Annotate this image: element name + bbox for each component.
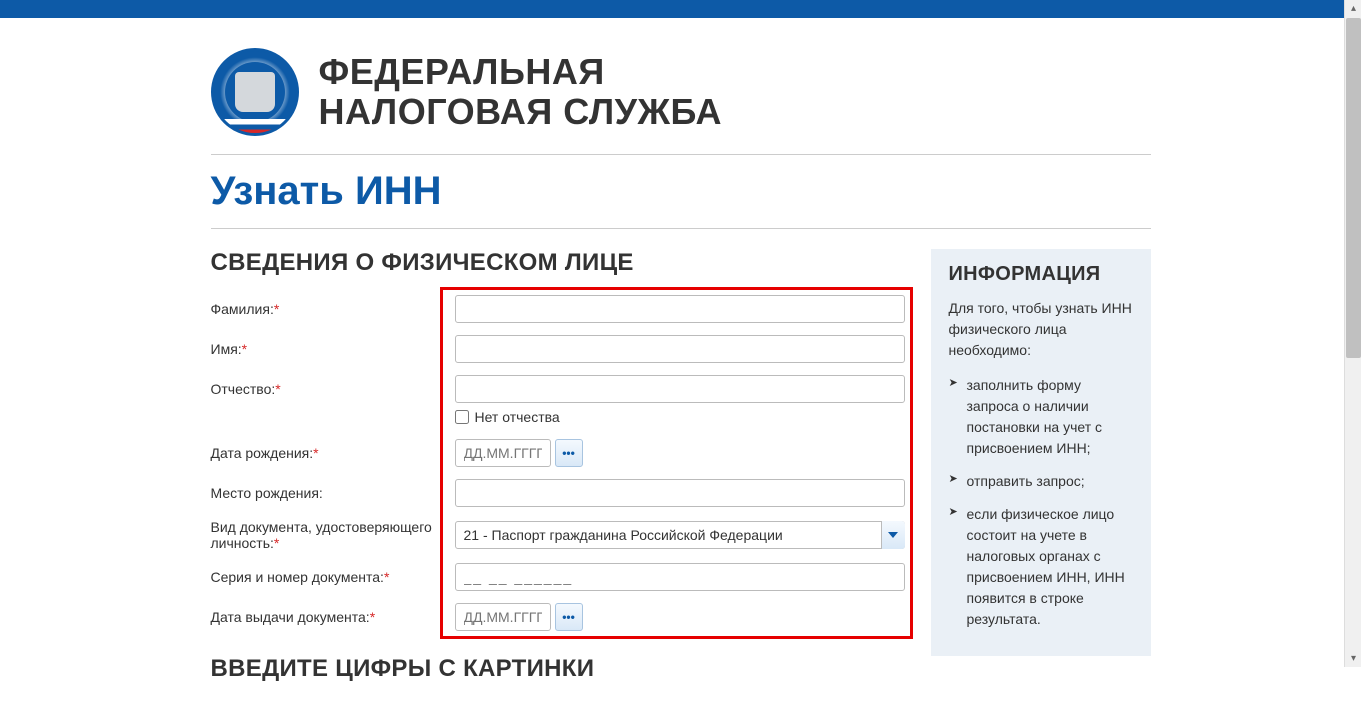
row-dob: Дата рождения:* ••• [211, 439, 911, 467]
label-doc-type: Вид документа, удостоверяющего личность:… [211, 519, 455, 551]
vertical-scrollbar[interactable]: ▴ ▾ [1344, 0, 1361, 667]
fns-logo [211, 48, 299, 136]
scrollbar-thumb[interactable] [1346, 18, 1361, 358]
site-title: ФЕДЕРАЛЬНАЯ НАЛОГОВАЯ СЛУЖБА [319, 52, 723, 131]
row-doc-date: Дата выдачи документа:* ••• [211, 603, 911, 631]
datepicker-button-dob[interactable]: ••• [555, 439, 583, 467]
section-title-person: СВЕДЕНИЯ О ФИЗИЧЕСКОМ ЛИЦЕ [211, 249, 911, 277]
row-firstname: Имя:* [211, 335, 911, 363]
scroll-up-icon[interactable]: ▴ [1345, 0, 1361, 17]
row-lastname: Фамилия:* [211, 295, 911, 323]
site-title-line1: ФЕДЕРАЛЬНАЯ [319, 52, 723, 92]
info-title: ИНФОРМАЦИЯ [949, 263, 1133, 286]
top-stripe [0, 0, 1361, 18]
label-pob: Место рождения: [211, 485, 455, 501]
info-list-item: если физическое лицо состоит на учете в … [949, 504, 1133, 630]
label-firstname: Имя:* [211, 341, 455, 357]
site-header: ФЕДЕРАЛЬНАЯ НАЛОГОВАЯ СЛУЖБА [211, 18, 1151, 155]
main-container: ФЕДЕРАЛЬНАЯ НАЛОГОВАЯ СЛУЖБА Узнать ИНН … [201, 18, 1161, 701]
date-group-dob: ••• [455, 439, 583, 467]
input-doc-number[interactable] [455, 563, 905, 591]
site-title-line2: НАЛОГОВАЯ СЛУЖБА [319, 92, 723, 132]
section-title-captcha: ВВЕДИТЕ ЦИФРЫ С КАРТИНКИ [211, 655, 911, 683]
label-no-patronymic: Нет отчества [475, 409, 560, 425]
label-dob: Дата рождения:* [211, 445, 455, 461]
info-list-item: отправить запрос; [949, 471, 1133, 492]
checkbox-no-patronymic[interactable] [455, 410, 469, 424]
chevron-down-icon [881, 521, 905, 549]
page-title: Узнать ИНН [211, 155, 1151, 228]
row-no-patronymic: Нет отчества [455, 409, 911, 425]
input-pob[interactable] [455, 479, 905, 507]
select-doc-type-value: 21 - Паспорт гражданина Российской Федер… [455, 521, 905, 549]
info-list-item: заполнить форму запроса о наличии постан… [949, 375, 1133, 459]
input-firstname[interactable] [455, 335, 905, 363]
input-dob[interactable] [455, 439, 551, 467]
info-list: заполнить форму запроса о наличии постан… [949, 375, 1133, 630]
content-wrap: СВЕДЕНИЯ О ФИЗИЧЕСКОМ ЛИЦЕ Фамилия:* Имя… [211, 249, 1151, 701]
form-column: СВЕДЕНИЯ О ФИЗИЧЕСКОМ ЛИЦЕ Фамилия:* Имя… [211, 249, 911, 701]
captcha-section: ВВЕДИТЕ ЦИФРЫ С КАРТИНКИ [211, 655, 911, 683]
scroll-down-icon[interactable]: ▾ [1345, 650, 1361, 667]
info-panel: ИНФОРМАЦИЯ Для того, чтобы узнать ИНН фи… [931, 249, 1151, 656]
row-doc-number: Серия и номер документа:* [211, 563, 911, 591]
select-doc-type[interactable]: 21 - Паспорт гражданина Российской Федер… [455, 521, 905, 549]
row-patronymic: Отчество:* [211, 375, 911, 403]
info-lead: Для того, чтобы узнать ИНН физического л… [949, 298, 1133, 361]
input-doc-date[interactable] [455, 603, 551, 631]
datepicker-button-doc[interactable]: ••• [555, 603, 583, 631]
date-group-doc: ••• [455, 603, 583, 631]
input-lastname[interactable] [455, 295, 905, 323]
label-doc-date: Дата выдачи документа:* [211, 609, 455, 625]
label-doc-number: Серия и номер документа:* [211, 569, 455, 585]
input-patronymic[interactable] [455, 375, 905, 403]
label-lastname: Фамилия:* [211, 301, 455, 317]
divider [211, 228, 1151, 229]
label-patronymic: Отчество:* [211, 381, 455, 397]
row-doc-type: Вид документа, удостоверяющего личность:… [211, 519, 911, 551]
row-pob: Место рождения: [211, 479, 911, 507]
